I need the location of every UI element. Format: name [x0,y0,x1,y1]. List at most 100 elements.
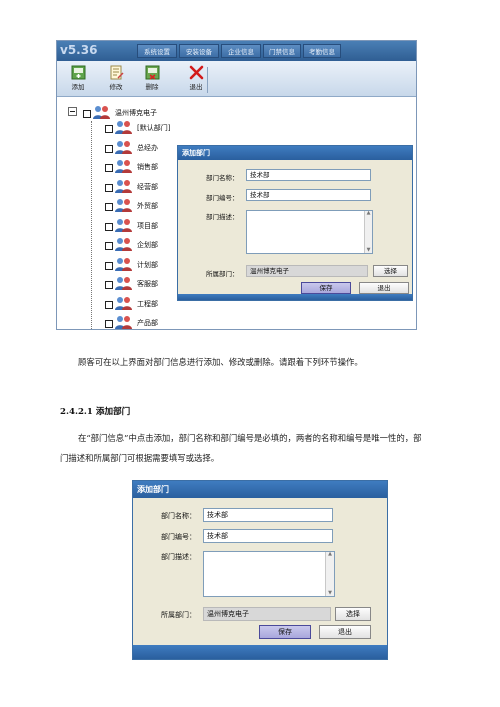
add-button[interactable]: 添加 [63,63,93,95]
people-icon [115,179,132,193]
tree-item-label: 经营部 [137,182,158,191]
instruction-paragraph-line1: 在“部门信息”中点击添加，部门名称和部门编号是必填的，两者的名称和编号是唯一性的… [78,433,422,443]
tree-checkbox[interactable] [105,242,113,250]
tree-checkbox[interactable] [105,281,113,289]
tree-item[interactable]: 产品部 [105,315,185,329]
tree-item[interactable]: 计划部 [105,257,185,271]
choose-button[interactable]: 选择 [373,265,408,277]
people-icon [115,316,132,329]
tree-item[interactable]: 客服部 [105,276,185,290]
tree-checkbox[interactable] [105,183,113,192]
people-icon [93,106,110,119]
tree-root[interactable]: 温州博克电子 [83,105,203,119]
tree-item-label: 外贸部 [137,202,158,210]
add-department-dialog-large: 添加部门 部门名称： 技术部 部门编号： 技术部 部门描述： ▲ ▼ 所属部门：… [132,480,388,660]
tree-checkbox[interactable] [105,320,113,328]
department-name-input[interactable]: 技术部 [203,508,333,522]
scroll-up-icon[interactable]: ▲ [326,552,334,557]
tree-collapse-toggle[interactable] [68,107,77,116]
tree-checkbox[interactable] [105,144,113,153]
edit-label: 修改 [109,83,123,91]
department-code-input[interactable]: 技术部 [246,189,371,201]
people-icon [115,218,132,232]
people-icon [115,257,132,271]
edit-button[interactable]: 修改 [101,63,131,95]
tree-item-label: 工程部 [137,299,158,308]
intro-paragraph: 顾客可在以上界面对部门信息进行添加、修改或删除。请跟着下列环节操作。 [78,357,363,367]
screenshot-add-department-dialog: 添加部门 部门名称： 技术部 部门编号： 技术部 部门描述： ▲ ▼ 所属部门：… [132,480,388,660]
people-icon [115,140,132,154]
tree-item[interactable]: 项目部 [105,218,185,232]
scroll-down-icon[interactable]: ▼ [326,591,334,596]
dialog-bottom-bar [178,294,412,300]
parent-department-field: 温州博克电子 [203,607,331,621]
menu-system-settings[interactable]: 系统设置 [137,44,177,58]
parent-department-label: 所属部门： [206,270,239,278]
tree-item-label: 客服部 [137,280,158,288]
tree-item[interactable]: 企划部 [105,237,185,251]
instruction-paragraph-line2: 门描述和所属部门可根据需要填写或选择。 [60,453,220,463]
tree-item[interactable]: 外贸部 [105,198,185,212]
department-code-label: 部门编号： [206,194,239,202]
tree-item-label: 项目部 [137,221,158,230]
department-description-label: 部门描述： [206,213,239,221]
people-icon [115,238,132,251]
tree-connector-line [91,121,92,329]
tree-checkbox[interactable] [83,110,91,118]
version-label: v5.36 [60,43,98,57]
menu-company-info[interactable]: 企业信息 [221,44,261,58]
exit-button[interactable]: 退出 [181,63,211,95]
cancel-exit-button[interactable]: 退出 [319,625,371,639]
delete-button[interactable]: 删除 [137,63,167,95]
tree-checkbox[interactable] [105,261,113,270]
tree-checkbox[interactable] [105,222,113,231]
people-icon [115,199,132,212]
menu-bar: v5.36 系统设置 安装设备 企业信息 门禁信息 考勤信息 [57,41,416,61]
add-label: 添加 [71,83,85,91]
exit-icon [189,65,203,80]
tree-item[interactable]: 销售部 [105,159,185,173]
add-icon [71,65,85,80]
cancel-exit-button[interactable]: 退出 [359,282,409,294]
textarea-scrollbar[interactable]: ▲ ▼ [325,552,334,596]
dialog-title-bar: 添加部门 [133,481,387,498]
delete-icon [145,65,159,80]
tree-item[interactable]: 总经办 [105,140,185,154]
textarea-scrollbar[interactable]: ▲ ▼ [364,211,372,253]
people-icon [115,296,132,310]
department-code-input[interactable]: 技术部 [203,529,333,543]
scroll-down-icon[interactable]: ▼ [365,248,372,253]
exit-label: 退出 [189,83,203,91]
toolbar: 添加 修改 删除 退出 [57,61,416,97]
scroll-up-icon[interactable]: ▲ [365,211,372,216]
department-name-input[interactable]: 技术部 [246,169,371,181]
tree-item[interactable]: 工程部 [105,296,185,310]
department-name-label: 部门名称： [161,512,196,520]
tree-item[interactable]: [默认部门] [105,120,185,134]
delete-label: 删除 [145,83,159,91]
choose-button[interactable]: 选择 [335,607,371,621]
save-button[interactable]: 保存 [301,282,351,294]
tree-item-label: 产品部 [137,319,158,327]
edit-icon [110,65,124,80]
tree-checkbox[interactable] [105,164,113,172]
department-name-label: 部门名称： [206,174,239,182]
tree-item-label: [默认部门] [137,124,171,132]
menu-install-device[interactable]: 安装设备 [179,44,219,58]
department-description-textarea[interactable]: ▲ ▼ [203,551,335,597]
save-button[interactable]: 保存 [259,625,311,639]
menu-door-info[interactable]: 门禁信息 [263,44,301,58]
tree-checkbox[interactable] [105,125,113,133]
section-heading: 2.4.2.1 添加部门 [60,407,131,417]
tree-item-label: 销售部 [137,163,158,171]
menu-attendance-info[interactable]: 考勤信息 [303,44,341,58]
tree-checkbox[interactable] [105,203,113,211]
tree-checkbox[interactable] [105,300,113,309]
department-description-textarea[interactable]: ▲ ▼ [246,210,373,254]
dialog-bottom-bar [133,645,387,659]
people-icon [115,160,132,173]
tree-item-label: 计划部 [137,260,158,269]
dialog-title: 添加部门 [182,149,210,157]
dialog-title: 添加部门 [137,485,169,494]
tree-item[interactable]: 经营部 [105,179,185,193]
